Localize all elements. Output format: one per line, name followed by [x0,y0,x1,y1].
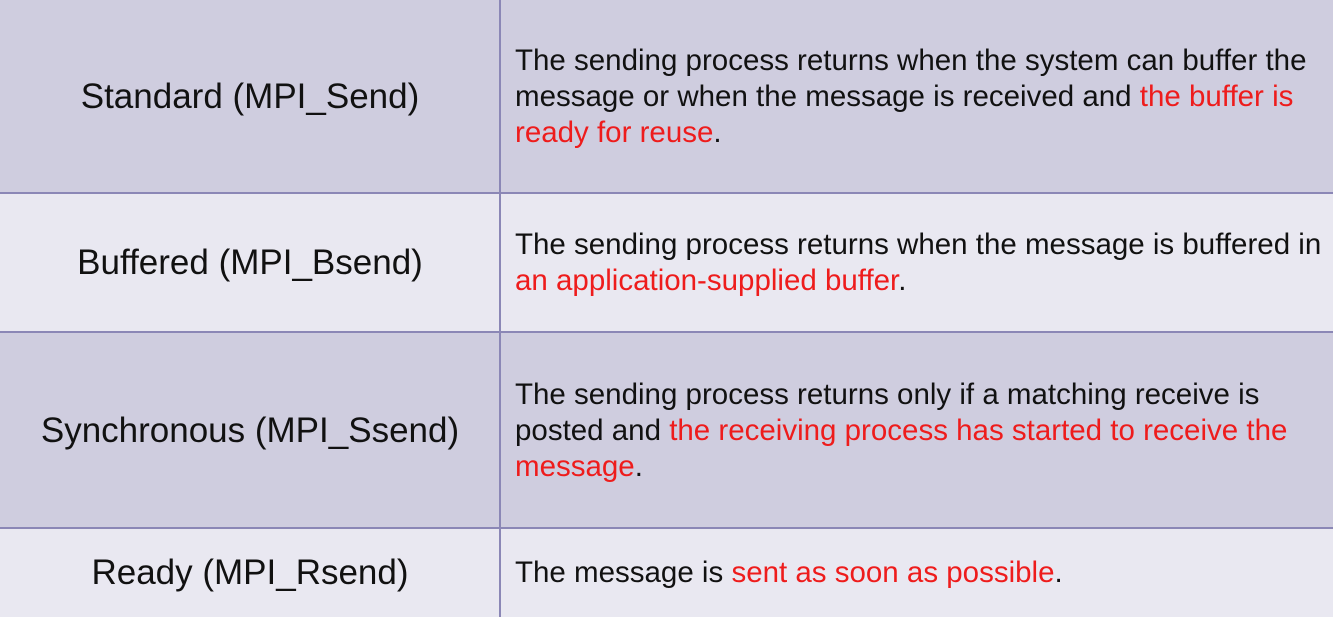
send-modes-table: Standard (MPI_Send) The sending process … [0,0,1333,617]
table-row-standard: Standard (MPI_Send) The sending process … [0,0,1333,193]
mode-description: The message is sent as soon as possible. [500,529,1333,617]
description-end: . [1054,556,1063,589]
mode-label: Buffered (MPI_Bsend) [77,243,423,282]
table-row-buffered: Buffered (MPI_Bsend) The sending process… [0,194,1333,332]
description-text: The sending process returns when the mes… [515,228,1322,261]
description-highlight: sent as soon as possible [731,556,1055,589]
row-divider [0,527,1333,529]
mode-label: Ready (MPI_Rsend) [91,553,409,592]
description-highlight: an application-supplied buffer [515,264,899,297]
description-text: The message is [515,556,732,589]
description-end: . [713,115,722,149]
table-row-ready: Ready (MPI_Rsend) The message is sent as… [0,529,1333,617]
mode-label: Synchronous (MPI_Ssend) [40,410,460,450]
row-divider [0,192,1333,194]
row-divider [0,331,1333,333]
mode-description: The sending process returns when the mes… [500,194,1333,332]
table-row-synchronous: Synchronous (MPI_Ssend) The sending proc… [0,333,1333,528]
description-end: . [898,264,907,297]
column-divider [499,0,501,617]
mode-description: The sending process returns when the sys… [500,0,1333,193]
description-end: . [634,449,643,483]
mode-description: The sending process returns only if a ma… [500,333,1333,528]
mode-label: Standard (MPI_Send) [80,76,420,116]
